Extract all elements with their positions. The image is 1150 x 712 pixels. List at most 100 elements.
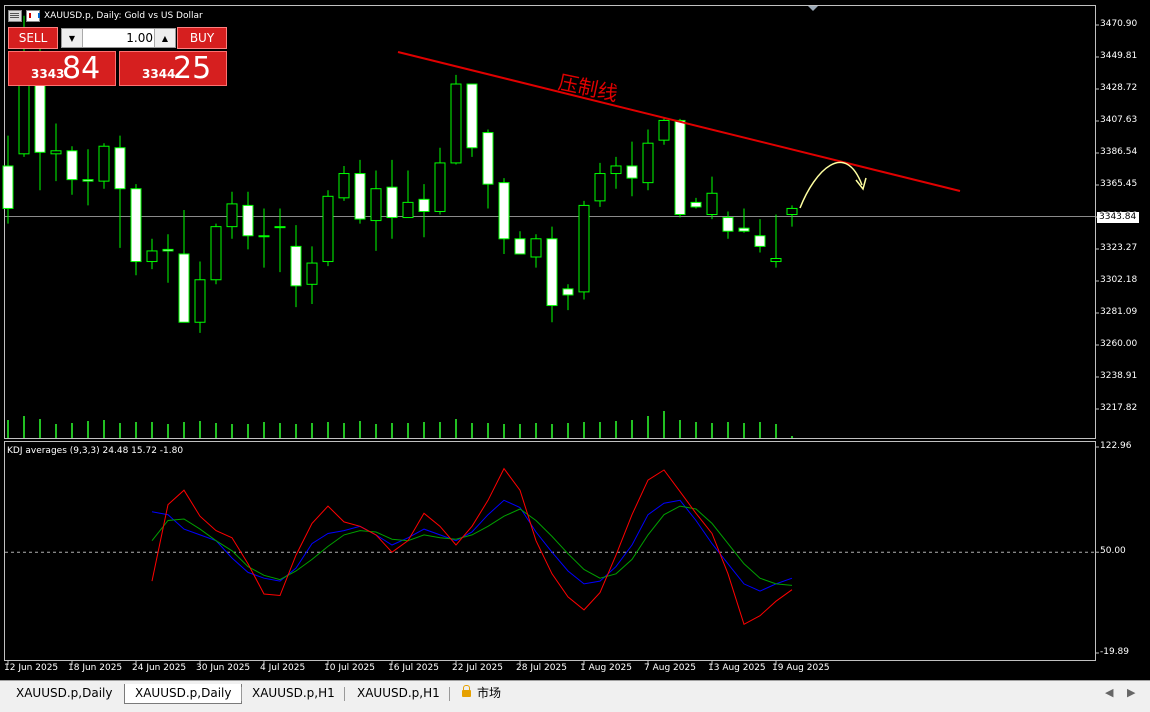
- date-tick-label: 1 Aug 2025: [580, 663, 632, 673]
- bear-candle: [754, 235, 766, 247]
- bear-candle: [722, 217, 734, 232]
- date-tick-label: 19 Aug 2025: [772, 663, 830, 673]
- scroll-right-icon[interactable]: ▶: [1127, 686, 1135, 699]
- chevron-down-icon[interactable]: ▼: [62, 29, 83, 47]
- bull-candle: [642, 142, 654, 184]
- bear-candle: [114, 147, 126, 190]
- bull-candle: [434, 162, 446, 212]
- scroll-left-icon[interactable]: ◀: [1105, 686, 1113, 699]
- bear-candle: [482, 132, 494, 185]
- bear-candle: [66, 150, 78, 181]
- tab-xauusd-h1-1[interactable]: XAUUSD.p,H1: [242, 684, 345, 703]
- table-icon[interactable]: [8, 10, 22, 22]
- bear-candle: [738, 227, 750, 232]
- price-tick-label: 3365.45: [1100, 179, 1138, 189]
- bear-candle: [466, 83, 478, 149]
- bull-candle: [146, 250, 158, 263]
- bear-candle: [178, 253, 190, 323]
- tab-market-label: 市场: [477, 686, 502, 700]
- lot-size-input[interactable]: 1.00: [84, 29, 153, 47]
- bear-candle: [242, 204, 254, 237]
- bull-candle: [610, 165, 622, 175]
- bear-candle: [418, 198, 430, 212]
- date-tick-label: 28 Jul 2025: [516, 663, 567, 673]
- bear-candle: [546, 238, 558, 307]
- tab-separator: [449, 687, 450, 701]
- tab-market[interactable]: 市场: [452, 684, 511, 703]
- bull-candle: [658, 119, 670, 141]
- bear-candle: [162, 248, 174, 252]
- buy-price-button[interactable]: 3344 25: [119, 51, 227, 86]
- tab-xauusd-daily-2[interactable]: XAUUSD.p,Daily: [124, 684, 243, 704]
- kdj-line-d: [151, 505, 793, 586]
- price-tick-label: 3407.63: [1100, 115, 1138, 125]
- price-tick-label: 3470.90: [1100, 19, 1138, 29]
- price-tick-label: 3449.81: [1100, 51, 1138, 61]
- date-tick-label: 13 Aug 2025: [708, 663, 766, 673]
- price-tick-label: 3238.91: [1100, 371, 1138, 381]
- forecast-arrow: [799, 161, 863, 209]
- chart-canvas[interactable]: [0, 0, 1150, 680]
- chart-tab-bar: XAUUSD.p,Daily XAUUSD.p,Daily XAUUSD.p,H…: [0, 680, 1150, 712]
- bear-candle: [354, 173, 366, 220]
- kdj-tick-label: -19.89: [1100, 647, 1130, 657]
- lot-size-stepper[interactable]: ▼ 1.00 ▲: [61, 28, 176, 48]
- bull-candle: [50, 150, 62, 155]
- bull-candle: [370, 188, 382, 222]
- bear-candle: [562, 288, 574, 296]
- price-tick-label: 3428.72: [1100, 83, 1138, 93]
- buy-price-prefix: 3344: [142, 67, 176, 81]
- one-click-trading-panel: SELL ▼ 1.00 ▲ BUY 3343 84 3344 25: [8, 27, 227, 86]
- bull-candle: [578, 204, 590, 293]
- bear-candle: [626, 165, 638, 179]
- bull-candle: [258, 235, 270, 238]
- chevron-up-icon[interactable]: ▲: [154, 29, 175, 47]
- price-tick-label: 3386.54: [1100, 147, 1138, 157]
- bear-candle: [130, 188, 142, 263]
- kdj-line-j: [151, 467, 793, 626]
- bear-candle: [690, 201, 702, 208]
- bull-candle: [402, 201, 414, 219]
- kdj-tick-label: 50.00: [1100, 546, 1126, 557]
- sell-button[interactable]: SELL: [8, 27, 58, 49]
- date-tick-label: 24 Jun 2025: [132, 663, 187, 673]
- bull-candle: [450, 83, 462, 164]
- bull-candle: [210, 226, 222, 281]
- sell-price-button[interactable]: 3343 84: [8, 51, 116, 86]
- bull-candle: [322, 195, 334, 263]
- bull-candle: [226, 203, 238, 228]
- date-tick-label: 10 Jul 2025: [324, 663, 375, 673]
- bear-candle: [82, 179, 94, 182]
- bull-candle: [194, 279, 206, 323]
- date-tick-label: 7 Aug 2025: [644, 663, 696, 673]
- current-price-tag: 3343.84: [1097, 212, 1139, 223]
- bull-candle: [786, 207, 798, 216]
- sell-price-prefix: 3343: [31, 67, 65, 81]
- tab-xauusd-h1-2[interactable]: XAUUSD.p,H1: [347, 684, 450, 703]
- date-tick-label: 22 Jul 2025: [452, 663, 503, 673]
- price-tick-label: 3323.27: [1100, 243, 1138, 253]
- bull-candle: [274, 226, 286, 229]
- bear-candle: [290, 245, 302, 287]
- tab-separator: [344, 687, 345, 701]
- bear-candle: [386, 186, 398, 219]
- chart-area[interactable]: XAUUSD.p, Daily: Gold vs US Dollar SELL …: [0, 0, 1150, 680]
- kdj-indicator-title: KDJ averages (9,3,3) 24.48 15.72 -1.80: [7, 446, 184, 456]
- bull-candle: [770, 258, 782, 263]
- tab-xauusd-daily-1[interactable]: XAUUSD.p,Daily: [6, 684, 122, 703]
- bull-candle: [594, 173, 606, 202]
- bear-candle: [498, 182, 510, 240]
- bear-candle: [514, 238, 526, 255]
- price-tick-label: 3281.09: [1100, 307, 1138, 317]
- chart-window-icon[interactable]: [26, 10, 40, 22]
- chart-title: XAUUSD.p, Daily: Gold vs US Dollar: [44, 11, 203, 21]
- sell-price-pips: 84: [62, 51, 101, 86]
- buy-price-pips: 25: [173, 51, 212, 86]
- chart-title-bar: XAUUSD.p, Daily: Gold vs US Dollar: [8, 9, 203, 23]
- date-tick-label: 12 Jun 2025: [4, 663, 59, 673]
- bull-candle: [306, 262, 318, 285]
- bull-candle: [706, 192, 718, 216]
- bear-candle: [674, 119, 686, 216]
- date-tick-label: 4 Jul 2025: [260, 663, 306, 673]
- buy-button[interactable]: BUY: [177, 27, 227, 49]
